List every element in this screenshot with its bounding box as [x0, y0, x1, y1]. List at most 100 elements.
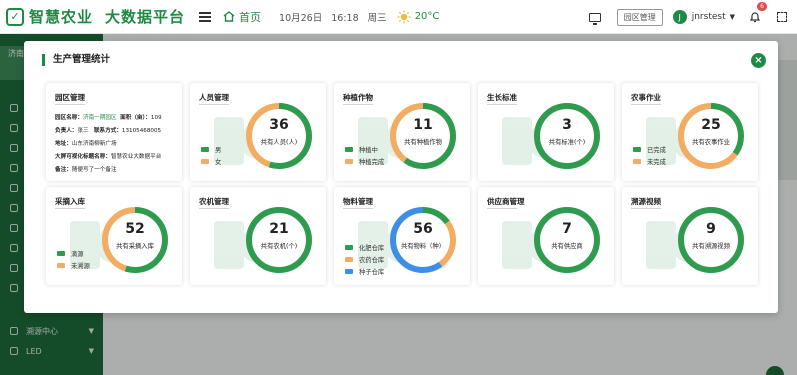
legend-label: 男 [215, 147, 222, 154]
donut-ring [246, 103, 312, 169]
legend-item: 男 [201, 145, 221, 154]
donut-ring [246, 207, 312, 273]
username[interactable]: jnrstest [692, 12, 726, 22]
suppliers-card[interactable]: 供应商管理 7 共有供应商 [478, 187, 614, 285]
donut-ring [534, 103, 600, 169]
legend-label: 未溯源 [71, 263, 90, 270]
card-title: 生长标准 [487, 93, 517, 102]
avatar[interactable]: J [672, 10, 687, 24]
harvest-storage-card[interactable]: 采摘入库 52 共有采摘入库 滴源 未溯源 [46, 187, 182, 285]
donut-ring [390, 207, 456, 273]
legend-label: 化肥仓库 [359, 245, 385, 252]
legend-label: 种子仓库 [359, 269, 385, 276]
park-management-button[interactable]: 园区管理 [616, 8, 663, 26]
bell-icon [749, 11, 761, 22]
card-title-underline [55, 208, 85, 209]
card-title-underline [631, 208, 661, 209]
home-link[interactable]: 首页 [223, 9, 261, 25]
phone-value: 13105468005 [121, 128, 162, 134]
legend-item: 种植完成 [345, 157, 384, 166]
legend-item: 种子仓库 [345, 267, 384, 276]
stat-caption: 共有标准(个) [548, 139, 586, 146]
card-title: 人员管理 [199, 93, 229, 102]
screen-title-label: 大屏可视化标题名称： [55, 154, 111, 160]
area-label: 面积（亩）： [120, 115, 151, 121]
legend-swatch [633, 147, 641, 152]
screen-title-row: 大屏可视化标题名称：智慧农业大数据平台 [55, 152, 161, 160]
trace-video-card[interactable]: 溯源视频 9 共有溯源视频 [622, 187, 758, 285]
legend-label: 种植完成 [359, 159, 385, 166]
leaf-logo-icon: ✓ [6, 7, 24, 26]
owner-value: 张三 [77, 128, 89, 134]
stat-caption: 共有人员(人) [260, 139, 298, 146]
time-text: 16:18 [331, 12, 359, 24]
card-title: 物料管理 [343, 197, 373, 206]
top-right-tools: 园区管理 J jnrstest ▼ 6 [588, 0, 787, 34]
personnel-card[interactable]: 人员管理 36 共有人员(人) 男女 [190, 83, 326, 181]
machinery-card[interactable]: 农机管理 21 共有农机(个) [190, 187, 326, 285]
home-icon [223, 11, 235, 22]
stat-caption: 共有物料（种） [400, 243, 446, 250]
close-button[interactable]: × [751, 53, 766, 68]
donut-ring [534, 207, 600, 273]
legend-item: 农药仓库 [345, 255, 384, 264]
crops-card[interactable]: 种植作物 11 共有种植作物 种植中 种植完成 [334, 83, 470, 181]
legend-item: 已完成 [633, 145, 666, 154]
brand-name: 智慧农业 [29, 8, 94, 26]
stat-caption: 共有农机(个) [260, 243, 298, 250]
legend-label: 已完成 [647, 147, 666, 154]
stat-value: 52 [125, 221, 145, 237]
sun-icon [397, 10, 411, 23]
remark-value: 随便写了一个备注 [71, 167, 117, 173]
phone-label: 联系方式： [93, 128, 122, 134]
legend-item: 化肥仓库 [345, 243, 384, 252]
fullscreen-icon[interactable] [777, 12, 787, 22]
modal-title: 生产管理统计 [42, 54, 110, 66]
top-bar: ✓ 智慧农业 大数据平台 首页 10月26日 16:18 周三 20°C 园区管… [0, 0, 797, 34]
notification-badge: 6 [757, 1, 767, 11]
growth-standard-card[interactable]: 生长标准 3 共有标准(个) [478, 83, 614, 181]
legend-swatch [345, 245, 353, 250]
stat-caption: 共有采摘入库 [116, 243, 154, 250]
donut-ring [678, 207, 744, 273]
card-title-underline [343, 208, 373, 209]
stat-value: 7 [562, 221, 572, 237]
stat-caption: 共有农事作业 [692, 139, 730, 146]
address-label: 地址： [55, 141, 72, 147]
farm-work-card[interactable]: 农事作业 25 共有农事作业已完成未完成 [622, 83, 758, 181]
legend-label: 农药仓库 [359, 257, 385, 264]
date-text: 10月26日 [279, 12, 323, 24]
stat-caption: 共有溯源视频 [692, 243, 730, 250]
materials-card[interactable]: 物料管理 56 共有物料（种） 化肥仓库农药仓库种子仓库 [334, 187, 470, 285]
platform-title: 大数据平台 [105, 8, 186, 26]
temperature: 20°C [414, 11, 440, 22]
stat-value: 25 [701, 117, 721, 133]
park-name-label: 园区名称： [55, 115, 83, 121]
card-title: 农机管理 [199, 197, 229, 206]
home-label: 首页 [239, 10, 262, 24]
park-name-value: 济南一期园区 [82, 115, 117, 121]
card-title: 农事作业 [631, 93, 661, 102]
park-info-card: 园区管理 园区名称：济南一期园区 面积（亩）：109 负责人：张三 联系方式：1… [46, 83, 182, 181]
notification-button[interactable]: 6 [749, 1, 767, 27]
chevron-down-icon[interactable]: ▼ [730, 13, 735, 21]
card-title: 供应商管理 [487, 197, 525, 206]
stat-value: 3 [562, 117, 572, 133]
card-title-underline [199, 208, 229, 209]
owner-row: 负责人：张三 联系方式：13105468005 [55, 126, 161, 134]
monitor-icon[interactable] [588, 12, 601, 25]
card-title-underline [343, 104, 373, 105]
address-value: 山东济南柳新广场 [71, 141, 117, 147]
card-title: 溯源视频 [631, 197, 661, 206]
logo: ✓ 智慧农业 [6, 6, 93, 27]
screen-title-value: 智慧农业大数据平台 [110, 154, 162, 160]
stat-caption: 共有种植作物 [404, 139, 442, 146]
menu-toggle-icon[interactable] [199, 11, 212, 22]
owner-label: 负责人： [55, 128, 78, 134]
legend-item: 滴源 [57, 249, 84, 258]
legend-swatch [345, 257, 353, 262]
legend-item: 未溯源 [57, 261, 90, 270]
legend-label: 未完成 [647, 159, 666, 166]
card-title-underline [487, 104, 517, 105]
stat-value: 56 [413, 221, 433, 237]
